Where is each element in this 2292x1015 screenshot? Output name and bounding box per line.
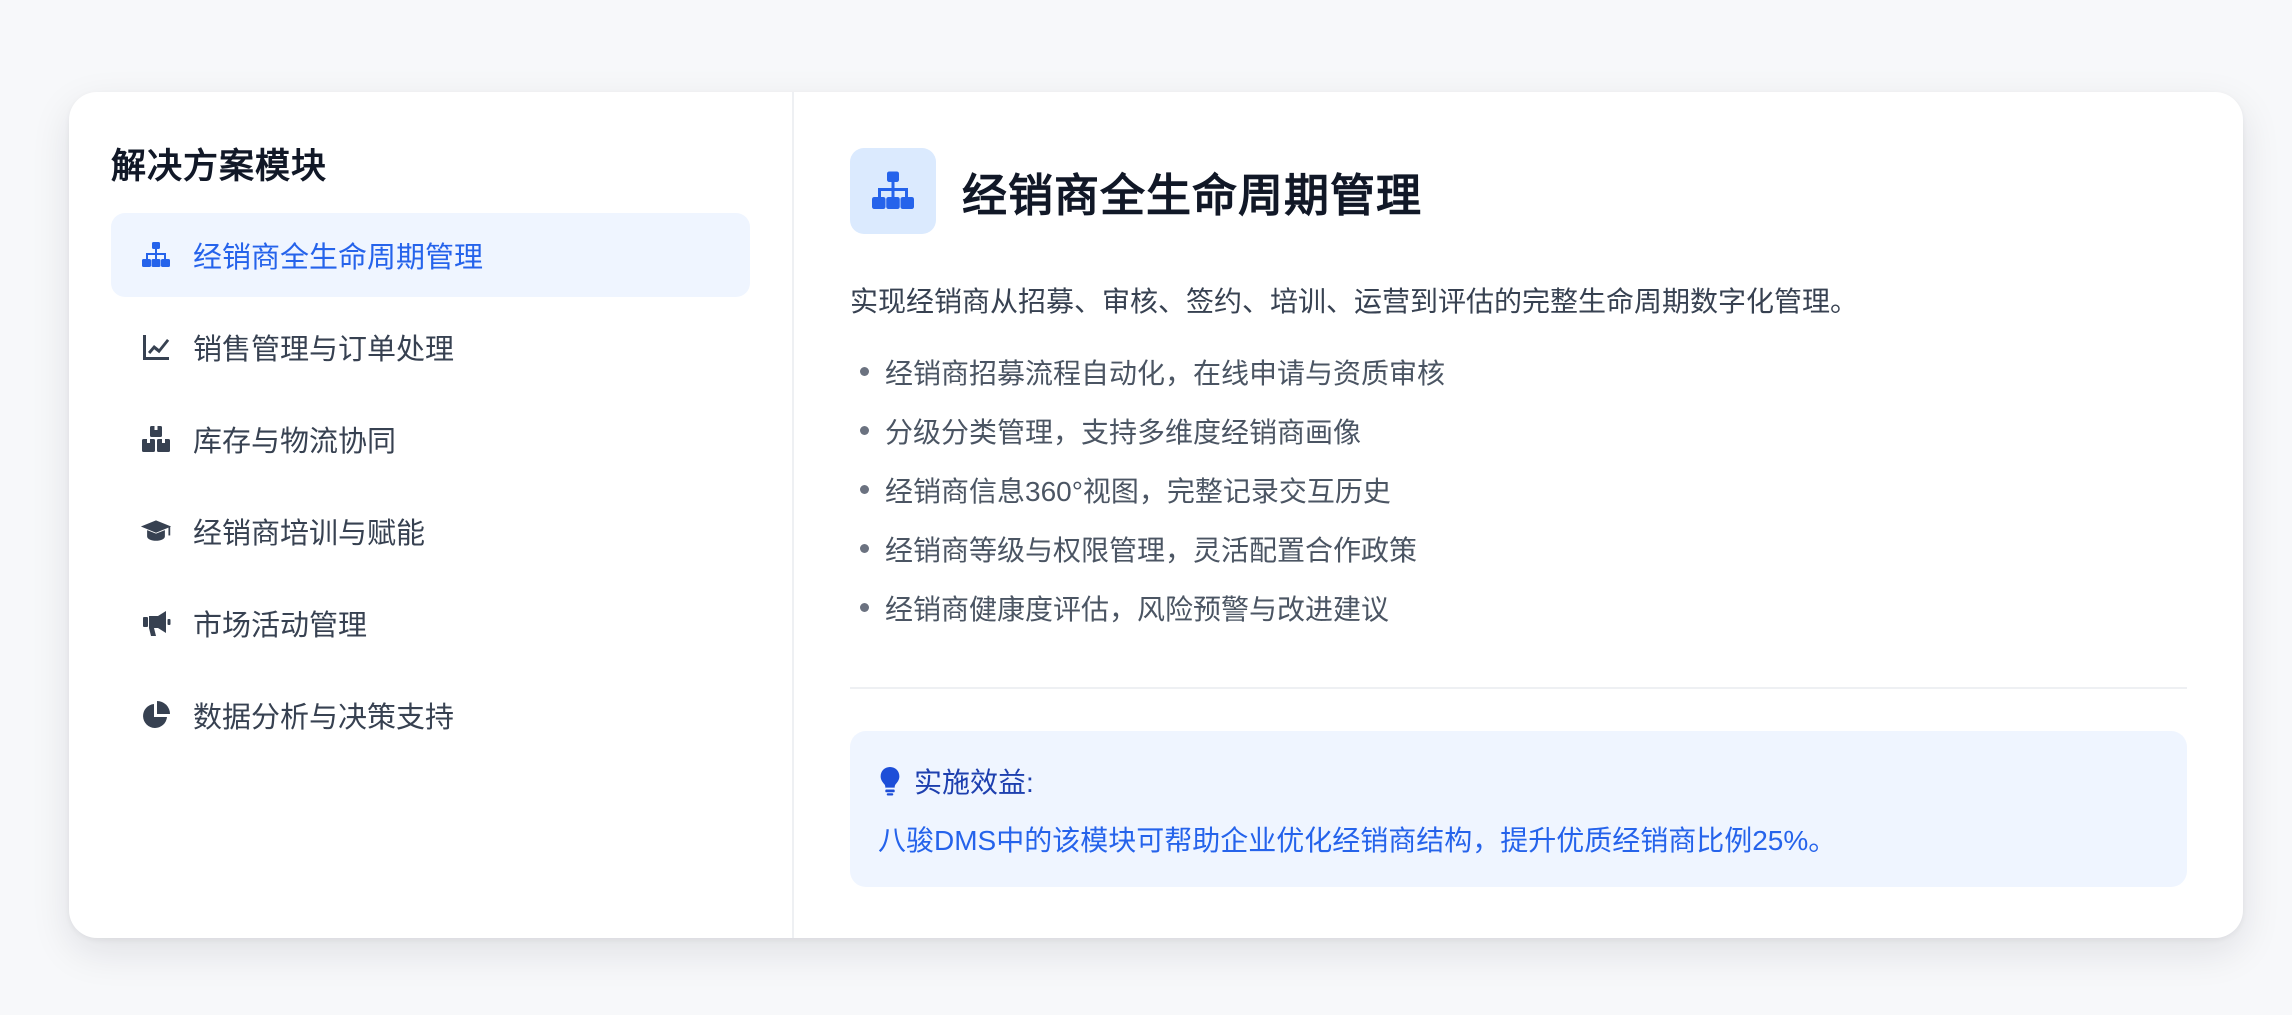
lightbulb-icon [880, 766, 900, 796]
bullet-dot-icon [860, 367, 869, 376]
pie-chart-icon [139, 698, 173, 732]
sidebar: 解决方案模块 经销商全生命周期管理 销售管理与订单处理 库存与物流协同 经销商培… [69, 92, 794, 938]
feature-text: 经销商信息360°视图，完整记录交互历史 [885, 475, 1391, 507]
sidebar-item-sales[interactable]: 销售管理与订单处理 [111, 305, 750, 389]
module-detail: 经销商全生命周期管理 实现经销商从招募、审核、签约、培训、运营到评估的完整生命周… [794, 92, 2243, 938]
solution-modules-card: 解决方案模块 经销商全生命周期管理 销售管理与订单处理 库存与物流协同 经销商培… [69, 92, 2243, 938]
bullet-dot-icon [860, 603, 869, 612]
page-title: 经销商全生命周期管理 [962, 169, 1423, 221]
sidebar-item-label: 销售管理与订单处理 [193, 334, 455, 366]
megaphone-icon [139, 606, 173, 640]
sidebar-title: 解决方案模块 [111, 147, 328, 186]
benefit-box: 实施效益: 八骏DMS中的该模块可帮助企业优化经销商结构，提升优质经销商比例25… [850, 731, 2187, 887]
feature-text: 分级分类管理，支持多维度经销商画像 [885, 416, 1362, 448]
boxes-icon [139, 422, 173, 456]
module-menu: 经销商全生命周期管理 销售管理与订单处理 库存与物流协同 经销商培训与赋能 市场… [111, 213, 750, 757]
list-item: 经销商招募流程自动化，在线申请与资质审核 [850, 342, 2187, 401]
sidebar-item-marketing[interactable]: 市场活动管理 [111, 581, 750, 665]
feature-text: 经销商健康度评估，风险预警与改进建议 [885, 593, 1390, 625]
sidebar-item-label: 经销商全生命周期管理 [193, 242, 484, 274]
line-chart-icon [139, 330, 173, 364]
feature-list: 经销商招募流程自动化，在线申请与资质审核 分级分类管理，支持多维度经销商画像 经… [850, 342, 2187, 637]
list-item: 经销商等级与权限管理，灵活配置合作政策 [850, 519, 2187, 578]
divider [850, 687, 2187, 689]
benefit-heading-text: 实施效益: [914, 767, 1034, 798]
detail-header: 经销商全生命周期管理 [850, 148, 2187, 234]
graduation-cap-icon [139, 514, 173, 548]
list-item: 分级分类管理，支持多维度经销商画像 [850, 401, 2187, 460]
benefit-heading: 实施效益: [878, 761, 2159, 801]
sidebar-item-label: 市场活动管理 [193, 610, 368, 642]
sitemap-icon [850, 148, 936, 234]
module-description: 实现经销商从招募、审核、签约、培训、运营到评估的完整生命周期数字化管理。 [850, 286, 1859, 317]
sitemap-icon [139, 238, 173, 272]
sidebar-item-training[interactable]: 经销商培训与赋能 [111, 489, 750, 573]
bullet-dot-icon [860, 544, 869, 553]
bullet-dot-icon [860, 426, 869, 435]
sidebar-item-analytics[interactable]: 数据分析与决策支持 [111, 673, 750, 757]
sidebar-item-label: 数据分析与决策支持 [193, 702, 455, 734]
sidebar-item-label: 库存与物流协同 [193, 426, 397, 458]
feature-text: 经销商招募流程自动化，在线申请与资质审核 [885, 357, 1446, 389]
bullet-dot-icon [860, 485, 869, 494]
sidebar-item-lifecycle[interactable]: 经销商全生命周期管理 [111, 213, 750, 297]
sidebar-item-label: 经销商培训与赋能 [193, 518, 426, 550]
feature-text: 经销商等级与权限管理，灵活配置合作政策 [885, 534, 1418, 566]
list-item: 经销商信息360°视图，完整记录交互历史 [850, 460, 2187, 519]
sidebar-item-inventory[interactable]: 库存与物流协同 [111, 397, 750, 481]
benefit-text: 八骏DMS中的该模块可帮助企业优化经销商结构，提升优质经销商比例25%。 [878, 825, 1837, 856]
list-item: 经销商健康度评估，风险预警与改进建议 [850, 578, 2187, 637]
